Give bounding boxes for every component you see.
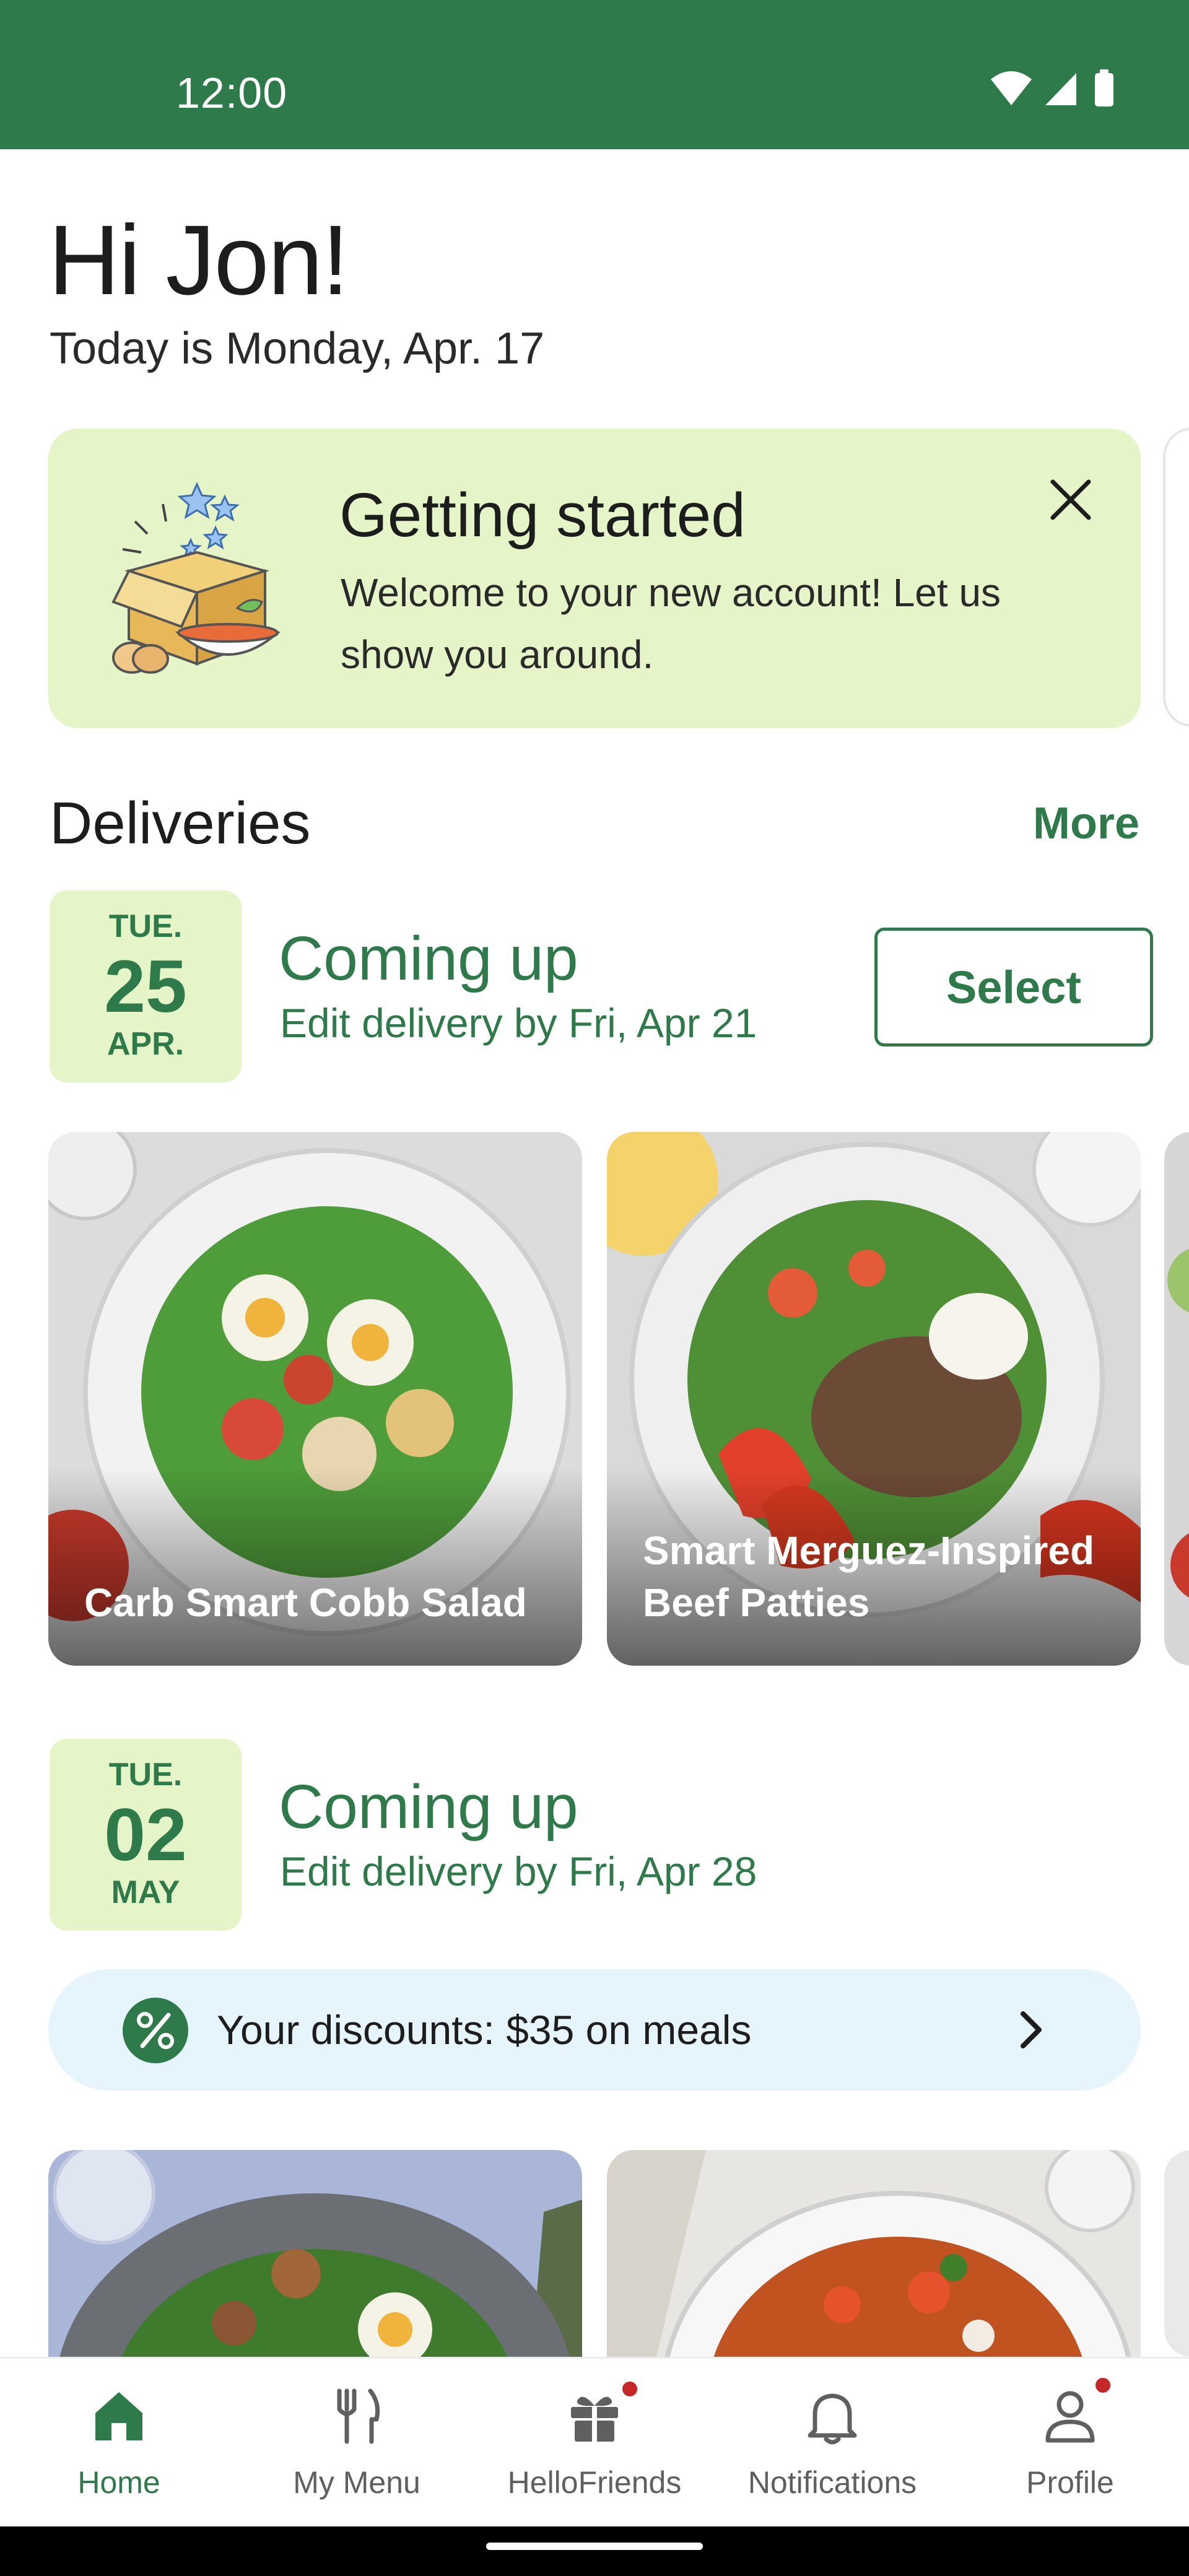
nav-label: Profile: [1026, 2465, 1114, 2500]
status-time: 12:00: [176, 69, 288, 117]
nav-item-my-menu[interactable]: My Menu: [238, 2359, 476, 2528]
bell-icon: [808, 2393, 857, 2445]
next-card-peek[interactable]: [1163, 427, 1189, 727]
notification-badge: [619, 2378, 640, 2400]
date-month: APR.: [107, 1026, 185, 1062]
meal-shade: [48, 1468, 582, 1666]
nav-label: Home: [77, 2465, 160, 2500]
select-meals-button[interactable]: Select: [874, 928, 1153, 1046]
meal-image: [607, 2150, 1141, 2357]
getting-started-card[interactable]: Getting started Welcome to your new acco…: [48, 429, 1141, 728]
delivery-edit-deadline: Edit delivery by Fri, Apr 28: [280, 1848, 757, 1894]
greeting-title: Hi Jon!: [48, 204, 349, 315]
date-day: 02: [104, 1793, 187, 1876]
meal-name: Carb Smart Cobb Salad: [84, 1580, 527, 1625]
notification-badge: [1092, 2375, 1113, 2396]
getting-started-title: Getting started: [339, 481, 746, 550]
meal-card-peek[interactable]: [1164, 2150, 1189, 2357]
meal-card-peek[interactable]: [1164, 1132, 1189, 1666]
nav-label: My Menu: [293, 2465, 420, 2500]
meal-card[interactable]: [48, 2150, 582, 2357]
fork-knife-icon: [337, 2388, 380, 2444]
nav-label: Notifications: [747, 2465, 917, 2500]
date-dow: TUE.: [108, 1757, 183, 1793]
bottom-navigation: Home My Menu HelloFriends Notifications: [0, 2357, 1189, 2526]
delivery-edit-deadline: Edit delivery by Fri, Apr 21: [280, 1000, 757, 1046]
close-icon: [1050, 479, 1091, 520]
discount-text: Your discounts: $35 on meals: [217, 2007, 752, 2053]
battery-icon: [1095, 69, 1113, 107]
nav-item-hellofriends[interactable]: HelloFriends: [476, 2359, 713, 2528]
meal-card[interactable]: Carb Smart Cobb Salad: [48, 1132, 582, 1666]
meal-card[interactable]: [607, 2150, 1141, 2357]
date-month: MAY: [111, 1874, 180, 1910]
delivery-status: Coming up: [279, 1772, 578, 1842]
meal-image: [1164, 2150, 1189, 2357]
cellular-icon: [1045, 73, 1076, 105]
percent-icon: [123, 1998, 188, 2063]
wifi-icon: [991, 71, 1032, 105]
status-bar: 12:00: [0, 0, 1189, 149]
date-dow: TUE.: [108, 908, 183, 944]
delivery-date-badge: TUE. 02 MAY: [50, 1739, 242, 1931]
delivery-status: Coming up: [279, 924, 578, 993]
more-link[interactable]: More: [1033, 794, 1139, 853]
delivery-date-badge: TUE. 25 APR.: [50, 890, 242, 1082]
date-day: 25: [104, 945, 187, 1028]
nav-item-home[interactable]: Home: [0, 2359, 238, 2528]
nav-item-profile[interactable]: Profile: [951, 2359, 1189, 2528]
meal-image: [1164, 1132, 1189, 1666]
discount-banner[interactable]: Your discounts: $35 on meals: [48, 1969, 1141, 2091]
meal-card[interactable]: Smart Merguez-Inspired Beef Patties: [607, 1132, 1141, 1666]
status-icons: [991, 69, 1113, 107]
system-gesture-area: [0, 2526, 1189, 2576]
getting-started-body: Welcome to your new account! Let us show…: [341, 570, 1001, 677]
nav-item-notifications[interactable]: Notifications: [713, 2359, 951, 2528]
person-icon: [1045, 2391, 1095, 2443]
close-button[interactable]: [1044, 473, 1097, 526]
nav-label: HelloFriends: [507, 2465, 682, 2500]
meal-name: Smart Merguez-Inspired Beef Patties: [643, 1528, 1095, 1625]
meal-image: [48, 2150, 582, 2357]
chevron-right-icon: [1021, 2011, 1042, 2048]
deliveries-title: Deliveries: [50, 790, 311, 856]
home-gesture-handle[interactable]: [486, 2543, 703, 2550]
home-icon: [95, 2392, 142, 2440]
date-line: Today is Monday, Apr. 17: [50, 324, 545, 373]
gift-icon: [571, 2396, 618, 2442]
meal-box-illustration: [111, 482, 281, 674]
